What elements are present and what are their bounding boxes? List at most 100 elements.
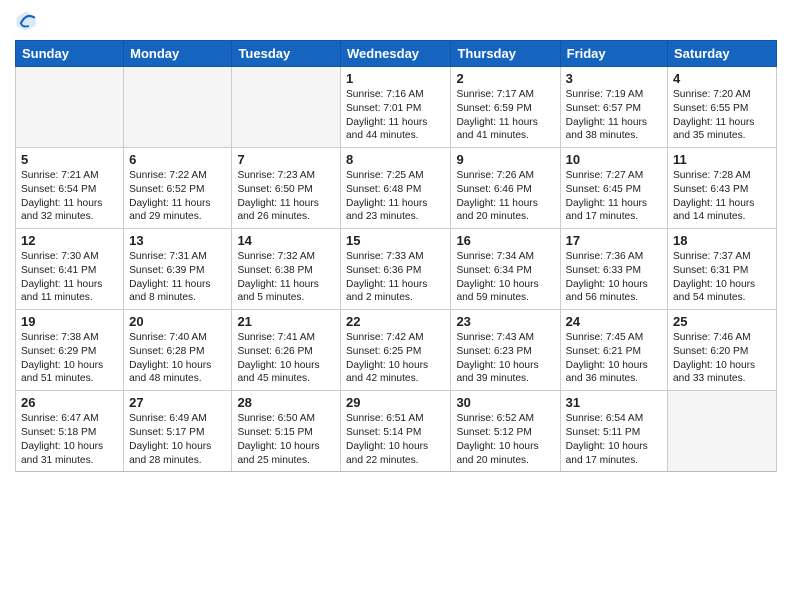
col-header-saturday: Saturday bbox=[668, 41, 777, 67]
day-cell: 25 Sunrise: 7:46 AM Sunset: 6:20 PM Dayli… bbox=[668, 310, 777, 391]
day-info: Sunrise: 7:25 AM Sunset: 6:48 PM Dayligh… bbox=[346, 169, 445, 224]
day-info: Sunrise: 7:40 AM Sunset: 6:28 PM Dayligh… bbox=[129, 331, 226, 386]
day-info: Sunrise: 6:51 AM Sunset: 5:14 PM Dayligh… bbox=[346, 412, 445, 467]
day-info: Sunrise: 7:34 AM Sunset: 6:34 PM Dayligh… bbox=[456, 250, 554, 305]
day-cell: 13 Sunrise: 7:31 AM Sunset: 6:39 PM Dayli… bbox=[124, 229, 232, 310]
col-header-friday: Friday bbox=[560, 41, 667, 67]
day-cell: 1 Sunrise: 7:16 AM Sunset: 7:01 PM Daylig… bbox=[341, 67, 451, 148]
day-number: 2 bbox=[456, 71, 554, 86]
day-cell: 10 Sunrise: 7:27 AM Sunset: 6:45 PM Dayli… bbox=[560, 148, 667, 229]
day-info: Sunrise: 7:21 AM Sunset: 6:54 PM Dayligh… bbox=[21, 169, 118, 224]
day-cell bbox=[232, 67, 341, 148]
day-info: Sunrise: 7:20 AM Sunset: 6:55 PM Dayligh… bbox=[673, 88, 771, 143]
col-header-sunday: Sunday bbox=[16, 41, 124, 67]
day-info: Sunrise: 7:22 AM Sunset: 6:52 PM Dayligh… bbox=[129, 169, 226, 224]
day-info: Sunrise: 7:36 AM Sunset: 6:33 PM Dayligh… bbox=[566, 250, 662, 305]
day-cell: 22 Sunrise: 7:42 AM Sunset: 6:25 PM Dayli… bbox=[341, 310, 451, 391]
day-info: Sunrise: 6:49 AM Sunset: 5:17 PM Dayligh… bbox=[129, 412, 226, 467]
day-cell: 16 Sunrise: 7:34 AM Sunset: 6:34 PM Dayli… bbox=[451, 229, 560, 310]
day-cell: 18 Sunrise: 7:37 AM Sunset: 6:31 PM Dayli… bbox=[668, 229, 777, 310]
day-info: Sunrise: 7:33 AM Sunset: 6:36 PM Dayligh… bbox=[346, 250, 445, 305]
week-row-0: 1 Sunrise: 7:16 AM Sunset: 7:01 PM Daylig… bbox=[16, 67, 777, 148]
day-cell: 24 Sunrise: 7:45 AM Sunset: 6:21 PM Dayli… bbox=[560, 310, 667, 391]
day-info: Sunrise: 6:50 AM Sunset: 5:15 PM Dayligh… bbox=[237, 412, 335, 467]
day-info: Sunrise: 6:47 AM Sunset: 5:18 PM Dayligh… bbox=[21, 412, 118, 467]
header bbox=[15, 10, 777, 32]
day-cell: 11 Sunrise: 7:28 AM Sunset: 6:43 PM Dayli… bbox=[668, 148, 777, 229]
day-number: 3 bbox=[566, 71, 662, 86]
calendar-header-row: SundayMondayTuesdayWednesdayThursdayFrid… bbox=[16, 41, 777, 67]
day-info: Sunrise: 7:31 AM Sunset: 6:39 PM Dayligh… bbox=[129, 250, 226, 305]
day-cell: 17 Sunrise: 7:36 AM Sunset: 6:33 PM Dayli… bbox=[560, 229, 667, 310]
day-number: 17 bbox=[566, 233, 662, 248]
day-number: 10 bbox=[566, 152, 662, 167]
week-row-2: 12Sunrise: 7:30 AM Sunset: 6:41 PM Dayli… bbox=[16, 229, 777, 310]
logo bbox=[15, 10, 41, 32]
day-info: Sunrise: 7:37 AM Sunset: 6:31 PM Dayligh… bbox=[673, 250, 771, 305]
day-info: Sunrise: 7:46 AM Sunset: 6:20 PM Dayligh… bbox=[673, 331, 771, 386]
calendar-table: SundayMondayTuesdayWednesdayThursdayFrid… bbox=[15, 40, 777, 472]
day-number: 24 bbox=[566, 314, 662, 329]
day-info: Sunrise: 7:28 AM Sunset: 6:43 PM Dayligh… bbox=[673, 169, 771, 224]
day-info: Sunrise: 7:42 AM Sunset: 6:25 PM Dayligh… bbox=[346, 331, 445, 386]
day-number: 22 bbox=[346, 314, 445, 329]
day-number: 5 bbox=[21, 152, 118, 167]
week-row-4: 26 Sunrise: 6:47 AM Sunset: 5:18 PM Dayli… bbox=[16, 391, 777, 472]
day-cell: 29Sunrise: 6:51 AM Sunset: 5:14 PM Dayli… bbox=[341, 391, 451, 472]
day-number: 31 bbox=[566, 395, 662, 410]
day-info: Sunrise: 7:27 AM Sunset: 6:45 PM Dayligh… bbox=[566, 169, 662, 224]
col-header-wednesday: Wednesday bbox=[341, 41, 451, 67]
day-number: 25 bbox=[673, 314, 771, 329]
day-number: 20 bbox=[129, 314, 226, 329]
day-cell: 5 Sunrise: 7:21 AM Sunset: 6:54 PM Daylig… bbox=[16, 148, 124, 229]
day-cell bbox=[668, 391, 777, 472]
col-header-thursday: Thursday bbox=[451, 41, 560, 67]
day-number: 4 bbox=[673, 71, 771, 86]
day-info: Sunrise: 7:38 AM Sunset: 6:29 PM Dayligh… bbox=[21, 331, 118, 386]
day-info: Sunrise: 6:52 AM Sunset: 5:12 PM Dayligh… bbox=[456, 412, 554, 467]
day-number: 11 bbox=[673, 152, 771, 167]
day-info: Sunrise: 7:45 AM Sunset: 6:21 PM Dayligh… bbox=[566, 331, 662, 386]
day-info: Sunrise: 7:19 AM Sunset: 6:57 PM Dayligh… bbox=[566, 88, 662, 143]
day-cell: 21 Sunrise: 7:41 AM Sunset: 6:26 PM Dayli… bbox=[232, 310, 341, 391]
week-row-1: 5 Sunrise: 7:21 AM Sunset: 6:54 PM Daylig… bbox=[16, 148, 777, 229]
day-cell: 6 Sunrise: 7:22 AM Sunset: 6:52 PM Daylig… bbox=[124, 148, 232, 229]
day-info: Sunrise: 7:23 AM Sunset: 6:50 PM Dayligh… bbox=[237, 169, 335, 224]
day-cell: 20 Sunrise: 7:40 AM Sunset: 6:28 PM Dayli… bbox=[124, 310, 232, 391]
day-cell bbox=[16, 67, 124, 148]
day-number: 28 bbox=[237, 395, 335, 410]
day-info: Sunrise: 7:26 AM Sunset: 6:46 PM Dayligh… bbox=[456, 169, 554, 224]
day-cell: 26 Sunrise: 6:47 AM Sunset: 5:18 PM Dayli… bbox=[16, 391, 124, 472]
day-number: 1 bbox=[346, 71, 445, 86]
day-number: 13 bbox=[129, 233, 226, 248]
day-info: Sunrise: 7:16 AM Sunset: 7:01 PM Dayligh… bbox=[346, 88, 445, 143]
day-number: 7 bbox=[237, 152, 335, 167]
day-info: Sunrise: 7:17 AM Sunset: 6:59 PM Dayligh… bbox=[456, 88, 554, 143]
day-number: 12 bbox=[21, 233, 118, 248]
day-cell: 7 Sunrise: 7:23 AM Sunset: 6:50 PM Daylig… bbox=[232, 148, 341, 229]
day-number: 6 bbox=[129, 152, 226, 167]
logo-icon bbox=[15, 10, 37, 32]
day-info: Sunrise: 7:41 AM Sunset: 6:26 PM Dayligh… bbox=[237, 331, 335, 386]
day-info: Sunrise: 7:43 AM Sunset: 6:23 PM Dayligh… bbox=[456, 331, 554, 386]
day-cell: 3 Sunrise: 7:19 AM Sunset: 6:57 PM Daylig… bbox=[560, 67, 667, 148]
day-number: 16 bbox=[456, 233, 554, 248]
col-header-tuesday: Tuesday bbox=[232, 41, 341, 67]
day-number: 9 bbox=[456, 152, 554, 167]
day-cell bbox=[124, 67, 232, 148]
day-number: 15 bbox=[346, 233, 445, 248]
day-cell: 28 Sunrise: 6:50 AM Sunset: 5:15 PM Dayli… bbox=[232, 391, 341, 472]
day-number: 21 bbox=[237, 314, 335, 329]
day-number: 18 bbox=[673, 233, 771, 248]
day-cell: 15 Sunrise: 7:33 AM Sunset: 6:36 PM Dayli… bbox=[341, 229, 451, 310]
day-number: 26 bbox=[21, 395, 118, 410]
col-header-monday: Monday bbox=[124, 41, 232, 67]
day-number: 27 bbox=[129, 395, 226, 410]
day-cell: 8Sunrise: 7:25 AM Sunset: 6:48 PM Daylig… bbox=[341, 148, 451, 229]
day-info: Sunrise: 6:54 AM Sunset: 5:11 PM Dayligh… bbox=[566, 412, 662, 467]
day-cell: 30Sunrise: 6:52 AM Sunset: 5:12 PM Dayli… bbox=[451, 391, 560, 472]
day-cell: 27 Sunrise: 6:49 AM Sunset: 5:17 PM Dayli… bbox=[124, 391, 232, 472]
day-number: 14 bbox=[237, 233, 335, 248]
day-cell: 4 Sunrise: 7:20 AM Sunset: 6:55 PM Daylig… bbox=[668, 67, 777, 148]
day-number: 23 bbox=[456, 314, 554, 329]
